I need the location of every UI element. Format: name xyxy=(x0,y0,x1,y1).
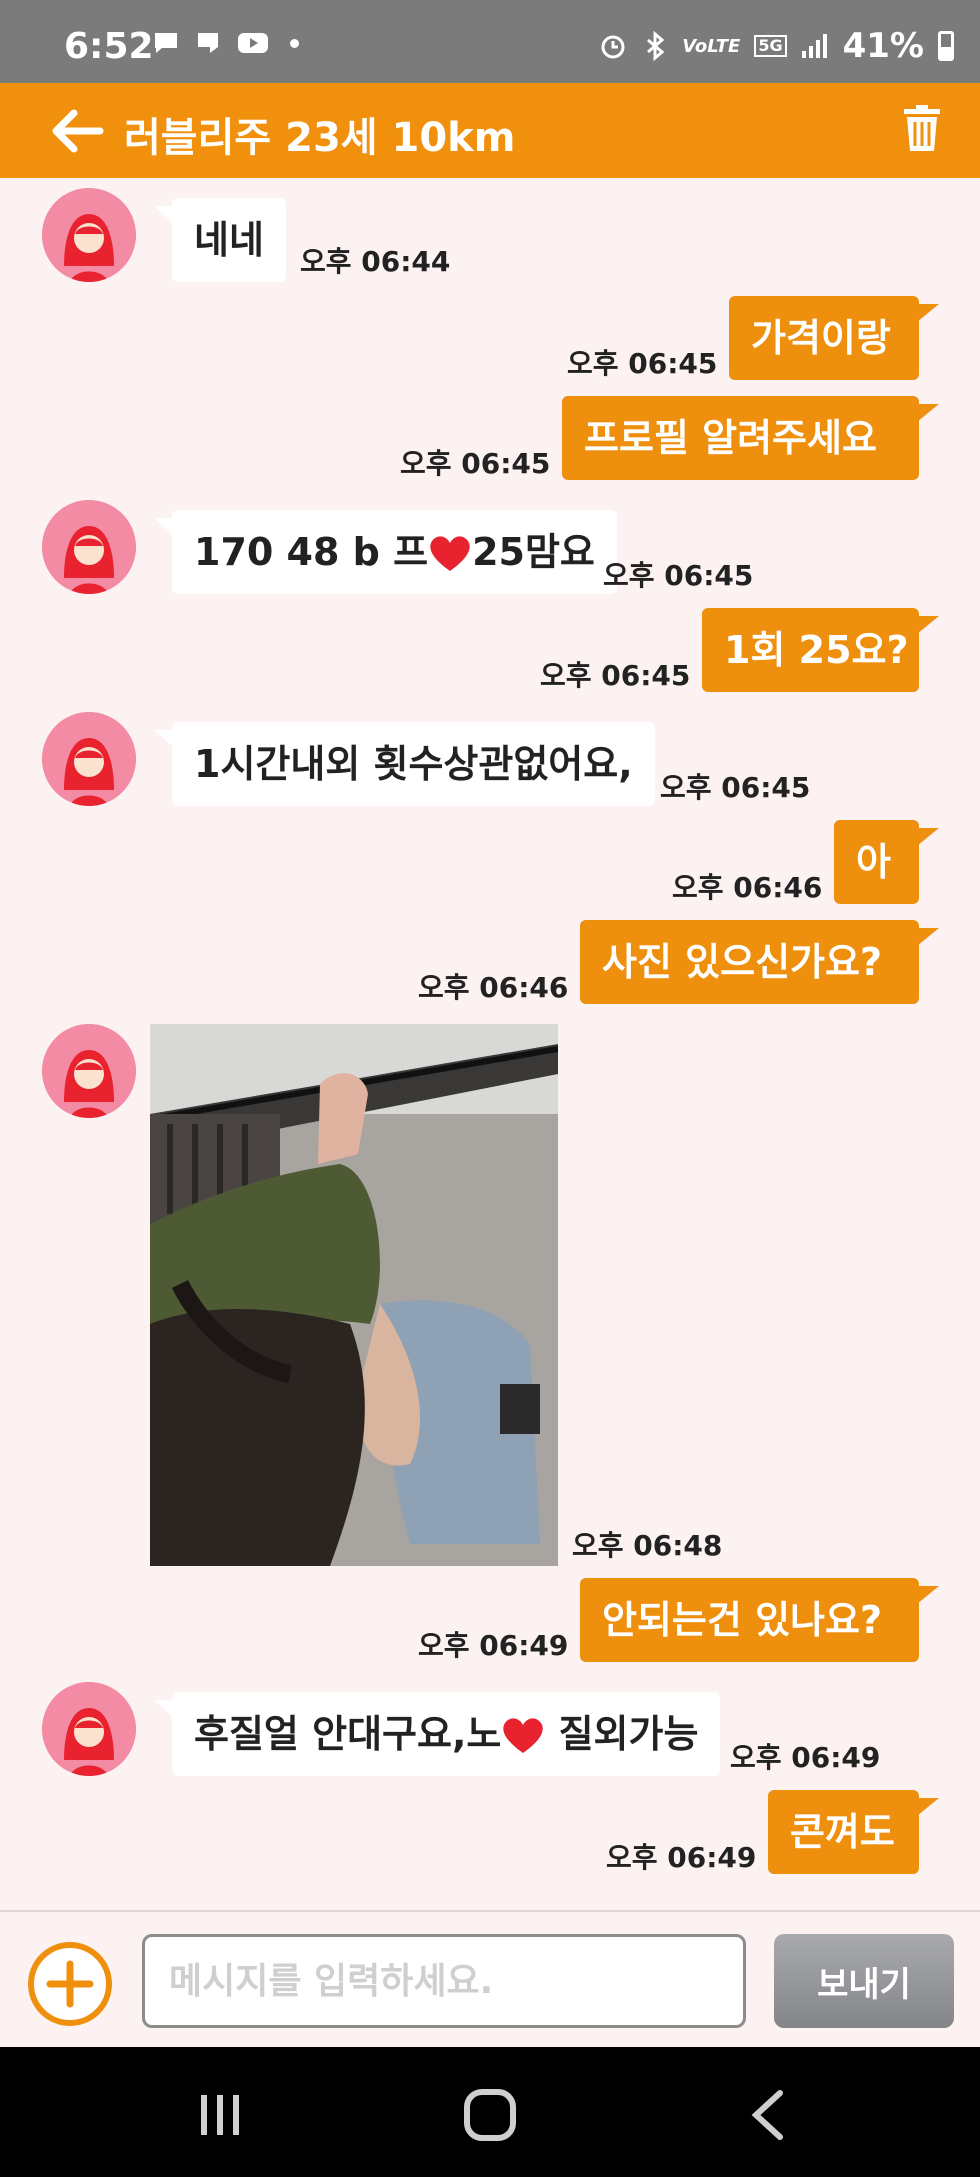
message-bubble-outgoing: 프로필 알려주세요 xyxy=(562,396,939,480)
battery-percent: 41% xyxy=(842,26,924,66)
message-time: 오후 06:45 xyxy=(603,559,754,592)
chat-area[interactable]: 네네 오후 06:44 오후 06:45 가격이랑 오후 06:45 프로필 알… xyxy=(0,178,980,1910)
message-time: 오후 06:49 xyxy=(418,1629,569,1662)
message-bubble-incoming: 후질얼 안대구요,노 질외가능 xyxy=(153,1692,721,1776)
message-bubble-outgoing: 가격이랑 xyxy=(729,296,939,380)
message-time: 오후 06:46 xyxy=(418,971,569,1004)
heart-icon xyxy=(503,1718,544,1753)
signal-icon xyxy=(801,34,827,58)
alarm-icon xyxy=(601,35,625,59)
heart-icon xyxy=(430,536,470,571)
back-icon[interactable] xyxy=(740,2085,800,2145)
message-input-bar: 보내기 xyxy=(0,1910,980,2047)
message-time: 오후 06:48 xyxy=(572,1529,723,1562)
message-bubble-incoming: 네네 xyxy=(154,198,286,282)
bluetooth-icon xyxy=(647,31,665,61)
trash-icon[interactable] xyxy=(902,105,942,153)
dot-icon xyxy=(290,38,299,48)
recents-icon[interactable] xyxy=(190,2085,250,2145)
status-bar: 6:52 VoLTE 5G 41% xyxy=(0,0,980,83)
battery-icon xyxy=(938,31,954,61)
message-time: 오후 06:49 xyxy=(730,1741,881,1774)
notification-icons xyxy=(152,30,299,56)
network-type: 5G xyxy=(754,35,787,57)
message-time: 오후 06:45 xyxy=(567,347,718,380)
avatar[interactable] xyxy=(42,1682,136,1776)
message-time: 오후 06:44 xyxy=(300,245,451,278)
system-icons: VoLTE 5G 41% xyxy=(598,26,954,66)
home-icon[interactable] xyxy=(460,2085,520,2145)
volte-label: VoLTE xyxy=(682,35,741,57)
avatar[interactable] xyxy=(42,712,136,806)
avatar[interactable] xyxy=(42,1024,136,1118)
chat-icon xyxy=(155,33,177,53)
avatar[interactable] xyxy=(42,188,136,282)
message-bubble-outgoing: 1회 25요? xyxy=(702,608,939,692)
message-bubble-outgoing: 안되는건 있나요? xyxy=(580,1578,939,1662)
send-button[interactable]: 보내기 xyxy=(774,1934,954,2028)
chat-partner-title: 러블리주 23세 10km xyxy=(124,115,516,161)
message-time: 오후 06:49 xyxy=(606,1841,757,1874)
message-icon xyxy=(198,33,218,53)
message-bubble-incoming: 1시간내외 횟수상관없어요, xyxy=(154,722,655,806)
avatar[interactable] xyxy=(42,500,136,594)
shared-photo[interactable] xyxy=(150,1024,558,1566)
youtube-icon xyxy=(238,33,268,53)
message-time: 오후 06:45 xyxy=(660,771,811,804)
plus-circle-icon[interactable] xyxy=(26,1940,114,2028)
message-input[interactable] xyxy=(142,1934,746,2028)
message-time: 오후 06:45 xyxy=(400,447,551,480)
message-time: 오후 06:46 xyxy=(672,871,823,904)
message-bubble-outgoing: 사진 있으신가요? xyxy=(580,920,939,1004)
arrow-left-icon[interactable] xyxy=(48,107,104,155)
message-time: 오후 06:45 xyxy=(540,659,691,692)
system-navigation-bar xyxy=(0,2047,980,2177)
message-bubble-outgoing: 콘껴도 xyxy=(768,1790,939,1874)
status-time: 6:52 xyxy=(64,26,154,67)
message-bubble-outgoing: 아 xyxy=(834,820,939,904)
message-bubble-incoming: 170 48 b 프 25맘요 xyxy=(154,510,617,594)
chat-header: 러블리주 23세 10km xyxy=(0,83,980,178)
